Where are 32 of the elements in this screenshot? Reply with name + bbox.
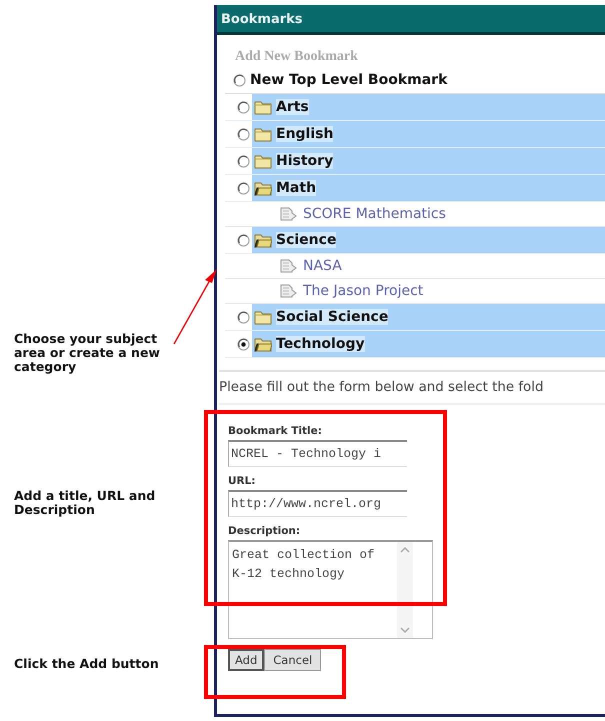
- bookmark-link[interactable]: SCORE Mathematics: [303, 206, 446, 222]
- callout-text: Add a title, URL and Description: [14, 489, 156, 517]
- window-title: Bookmarks: [217, 5, 605, 35]
- input-field[interactable]: NCREL - Technology i: [228, 440, 407, 467]
- field-label: URL:: [228, 475, 257, 487]
- folder-label: Technology: [276, 336, 365, 352]
- description-field[interactable]: Great collection of K-12 technology: [228, 540, 433, 639]
- folder-label: Social Science: [276, 309, 388, 325]
- field-label: Description:: [228, 525, 302, 537]
- folder-label: Arts: [276, 99, 309, 115]
- folder-row[interactable]: Math: [252, 175, 605, 201]
- folder-label: Science: [276, 232, 336, 248]
- folder-label: Math: [276, 180, 316, 196]
- bookmark-link[interactable]: The Jason Project: [303, 283, 424, 299]
- cancel-button[interactable]: Cancel: [264, 649, 322, 671]
- instructions-text: Please fill out the form below and select the fold: [219, 370, 605, 405]
- add-button[interactable]: Add: [228, 649, 264, 671]
- folder-row[interactable]: Technology: [252, 331, 605, 357]
- folder-row[interactable]: Science: [252, 227, 605, 253]
- form-heading: Add New Bookmark: [234, 49, 359, 65]
- callout-text: Choose your subject area or create a new category: [14, 332, 161, 374]
- folder-row[interactable]: English: [252, 121, 605, 147]
- folder-label: History: [276, 153, 334, 169]
- callout-text: Click the Add button: [14, 657, 160, 671]
- folder-row[interactable]: Arts: [252, 94, 605, 120]
- bookmark-link[interactable]: NASA: [303, 258, 342, 274]
- option-label: New Top Level Bookmark: [250, 72, 448, 88]
- folder-row[interactable]: Social Science: [252, 304, 605, 330]
- folder-label: English: [276, 126, 334, 142]
- field-label: Bookmark Title:: [228, 425, 323, 437]
- folder-row[interactable]: History: [252, 148, 605, 174]
- input-field[interactable]: http://www.ncrel.org: [228, 490, 407, 517]
